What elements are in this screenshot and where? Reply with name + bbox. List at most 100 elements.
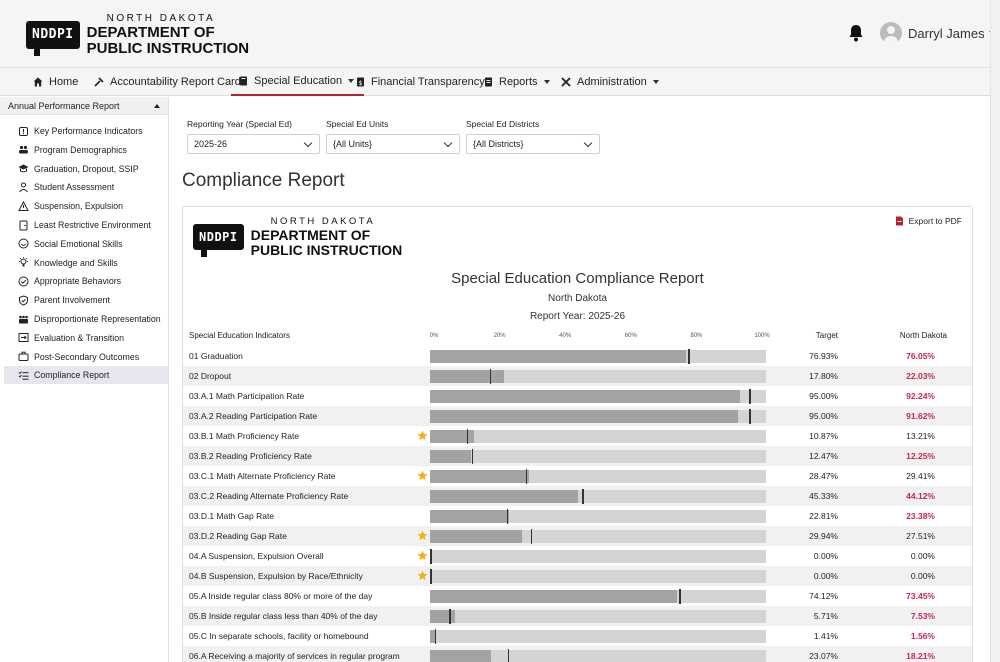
north-dakota-value: 92.24% <box>906 391 935 401</box>
districts-select[interactable]: {All Districts} <box>466 134 600 154</box>
target-marker <box>489 369 492 384</box>
sidebar-heading[interactable]: Annual Performance Report <box>0 97 168 115</box>
sidebar-item-label: Knowledge and Skills <box>34 257 118 268</box>
chevron-down-icon <box>303 138 313 148</box>
sidebar-item-evaluation-transition[interactable]: Evaluation & Transition <box>4 329 168 347</box>
target-marker <box>430 569 432 584</box>
target-value: 0.00% <box>813 551 838 561</box>
sidebar-item-program-demographics[interactable]: Program Demographics <box>4 141 168 159</box>
sidebar-item-label: Evaluation & Transition <box>34 332 124 343</box>
table-row: 03.B.1 Math Proficiency Rate 10.87% 13.21% <box>183 426 972 446</box>
nav-reports[interactable]: Reports <box>484 68 550 96</box>
sidebar-item-disproportionate-representation[interactable]: Disproportionate Representation <box>4 310 168 328</box>
star-icon <box>417 550 428 561</box>
sidebar-item-post-secondary-outcomes[interactable]: Post-Secondary Outcomes <box>4 348 168 366</box>
indicator-label: 05.C In separate schools, facility or ho… <box>189 631 369 641</box>
page-scrollbar[interactable] <box>990 0 1000 662</box>
briefcase-icon <box>18 351 29 362</box>
main-nav: Home Accountability Report Card Special … <box>0 68 1000 96</box>
table-row: 03.C.2 Reading Alternate Proficiency Rat… <box>183 486 972 506</box>
north-dakota-value: 12.25% <box>906 451 935 461</box>
caret-down-icon <box>543 80 550 84</box>
logo-line2: DEPARTMENT OF <box>86 24 215 41</box>
north-dakota-value: 73.45% <box>906 591 935 601</box>
sidebar-item-key-performance-indicators[interactable]: Key Performance Indicators <box>4 122 168 140</box>
filter-label: Special Ed Units <box>326 119 389 129</box>
graduation-cap-icon <box>18 164 29 173</box>
nav-special-education[interactable]: Special Education <box>231 68 365 96</box>
nav-administration[interactable]: Administration <box>561 68 659 96</box>
column-header-indicators: Special Education Indicators <box>189 331 290 340</box>
alert-box-icon <box>19 126 28 136</box>
avatar <box>880 22 902 44</box>
list-check-icon <box>18 371 29 380</box>
target-marker <box>582 489 584 504</box>
table-row: 04.B Suspension, Expulsion by Race/Ethni… <box>183 566 972 586</box>
report-logo: NDDPI NORTH DAKOTA DEPARTMENT OF PUBLIC … <box>193 217 402 257</box>
north-dakota-value: 1.56% <box>910 631 935 641</box>
sidebar-item-student-assessment[interactable]: Student Assessment <box>4 178 168 196</box>
bar-value <box>430 650 492 662</box>
north-dakota-value: 91.62% <box>906 411 935 421</box>
bar-track <box>430 430 766 443</box>
reporting-year-select[interactable]: 2025-26 <box>187 134 320 154</box>
export-pdf-button[interactable]: Export to PDF <box>895 216 962 226</box>
indicator-label: 03.B.2 Reading Proficiency Rate <box>189 451 312 461</box>
lightbulb-icon <box>19 257 28 267</box>
sidebar-item-appropriate-behaviors[interactable]: Appropriate Behaviors <box>4 272 168 290</box>
bar-value <box>430 510 509 523</box>
target-marker <box>525 469 528 484</box>
indicator-label: 03.C.2 Reading Alternate Proficiency Rat… <box>189 491 349 501</box>
sidebar-item-knowledge-and-skills[interactable]: Knowledge and Skills <box>4 254 168 272</box>
north-dakota-value: 29.41% <box>906 471 935 481</box>
filter-label: Reporting Year (Special Ed) <box>187 119 292 129</box>
star-icon <box>417 470 428 481</box>
bar-value <box>430 390 740 403</box>
chevron-down-icon <box>443 138 453 148</box>
table-row: 03.D.2 Reading Gap Rate 29.94% 27.51% <box>183 526 972 546</box>
indicator-label: 03.C.1 Math Alternate Proficiency Rate <box>189 471 336 481</box>
nav-home[interactable]: Home <box>33 68 78 96</box>
bar-value <box>430 610 456 623</box>
bar-value <box>430 410 738 423</box>
indicator-label: 05.A Inside regular class 80% or more of… <box>189 591 373 601</box>
indicator-label: 06.A Receiving a majority of services in… <box>189 651 400 661</box>
axis-tick-label: 0% <box>429 333 439 339</box>
sidebar-item-label: Suspension, Expulsion <box>34 201 124 212</box>
svg-text:$: $ <box>359 80 363 87</box>
pdf-icon <box>895 216 903 226</box>
sidebar: Annual Performance Report Key Performanc… <box>0 97 169 662</box>
target-marker <box>507 649 509 662</box>
user-menu[interactable]: Darryl James <box>880 22 995 44</box>
star-icon <box>417 530 428 541</box>
logo-badge: NDDPI <box>193 223 244 257</box>
sidebar-item-parent-involvement[interactable]: Parent Involvement <box>4 291 168 309</box>
nddpi-logo[interactable]: NDDPI NORTH DAKOTA DEPARTMENT OF PUBLIC … <box>26 14 249 56</box>
logo-line1: NORTH DAKOTA <box>270 216 376 227</box>
target-value: 10.87% <box>809 431 838 441</box>
table-row: 01 Graduation 76.93% 76.05% <box>183 346 972 366</box>
target-marker <box>749 389 751 404</box>
sidebar-item-compliance-report[interactable]: Compliance Report <box>4 366 168 385</box>
nav-financial[interactable]: $ Financial Transparency <box>356 68 485 96</box>
people-icon <box>19 146 28 154</box>
logo-line3: PUBLIC INSTRUCTION <box>250 241 403 258</box>
sidebar-item-social-emotional-skills[interactable]: Social Emotional Skills <box>4 235 168 253</box>
target-value: 12.47% <box>809 451 838 461</box>
sidebar-item-label: Compliance Report <box>34 370 110 381</box>
logo-line2: DEPARTMENT OF <box>250 226 371 243</box>
units-select[interactable]: {All Units} <box>326 134 460 154</box>
target-marker <box>449 609 451 624</box>
star-icon <box>417 570 428 581</box>
sidebar-item-suspension-expulsion[interactable]: Suspension, Expulsion <box>4 197 168 215</box>
sidebar-item-label: Program Demographics <box>34 144 127 155</box>
sidebar-item-graduation-dropout-ssip[interactable]: Graduation, Dropout, SSIP <box>4 160 168 178</box>
target-marker <box>679 589 681 604</box>
bar-track <box>430 450 766 463</box>
bell-icon[interactable] <box>848 24 864 42</box>
nav-accountability[interactable]: Accountability Report Card <box>94 68 241 96</box>
indicator-label: 02 Dropout <box>189 371 232 381</box>
bar-value <box>430 350 686 363</box>
bar-track <box>430 630 766 643</box>
sidebar-item-least-restrictive-environment[interactable]: Least Restrictive Environment <box>4 216 168 234</box>
